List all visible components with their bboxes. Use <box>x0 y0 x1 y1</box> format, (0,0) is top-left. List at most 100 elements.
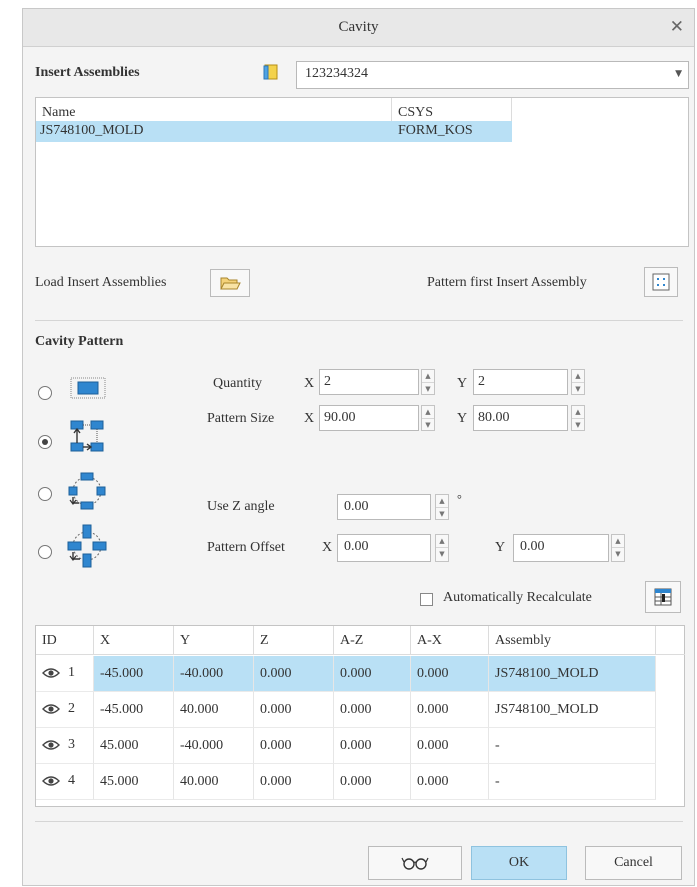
ok-button[interactable]: OK <box>471 846 567 880</box>
cell-a-x[interactable]: 0.000 <box>411 728 489 764</box>
cavity-dialog: Cavity ✕ Insert Assemblies 123234324 ▼ N… <box>22 8 695 886</box>
close-icon[interactable]: ✕ <box>670 17 684 37</box>
cell-id[interactable]: 1 <box>36 656 94 692</box>
radio-rectangular-pattern[interactable] <box>38 435 52 449</box>
cell-a-x[interactable]: 0.000 <box>411 656 489 692</box>
quantity-x-input[interactable]: 2 <box>319 369 419 395</box>
column-header-y[interactable]: Y <box>174 626 254 655</box>
cell-x[interactable]: -45.000 <box>94 692 174 728</box>
cell-assembly[interactable]: JS748100_MOLD <box>489 692 656 728</box>
divider <box>35 821 683 822</box>
eye-icon[interactable] <box>42 703 60 720</box>
cell-a-x[interactable]: 0.000 <box>411 692 489 728</box>
cell-a-z[interactable]: 0.000 <box>334 764 411 800</box>
pattern-first-button[interactable] <box>644 267 678 297</box>
table-row[interactable]: 4 45.000 40.000 0.000 0.000 0.000- <box>36 764 656 800</box>
eye-icon[interactable] <box>42 667 60 684</box>
single-cavity-icon <box>69 375 107 401</box>
pattern-offset-x-stepper[interactable]: ▲ ▼ <box>435 534 449 562</box>
cavity-table: ID X Y Z A-Z A-X Assembly 1 -45.000 -40.00… <box>35 625 685 807</box>
dialog-title: Cavity <box>338 19 379 35</box>
cell-a-z[interactable]: 0.000 <box>334 692 411 728</box>
pattern-size-y-stepper[interactable]: ▲ ▼ <box>571 405 585 431</box>
cell-id[interactable]: 4 <box>36 764 94 800</box>
cell-assembly[interactable]: - <box>489 728 656 764</box>
quantity-x-label: X <box>304 376 315 391</box>
auto-recalculate-checkbox[interactable] <box>420 593 433 606</box>
z-angle-input[interactable]: 0.00 <box>337 494 431 520</box>
cell-assembly[interactable]: JS748100_MOLD <box>489 656 656 692</box>
cell-assembly[interactable]: - <box>489 764 656 800</box>
eye-icon[interactable] <box>42 775 60 792</box>
recalculate-button[interactable] <box>645 581 681 613</box>
pattern-size-x-input[interactable]: 90.00 <box>319 405 419 431</box>
table-row[interactable]: JS748100_MOLD FORM_KOS <box>36 121 512 142</box>
open-folder-button[interactable] <box>210 269 250 297</box>
row-id: 1 <box>68 665 75 680</box>
cell-y[interactable]: 40.000 <box>174 692 254 728</box>
pattern-size-x-label: X <box>304 411 315 426</box>
chevron-down-icon[interactable]: ▼ <box>675 69 682 79</box>
cell-y[interactable]: -40.000 <box>174 656 254 692</box>
cell-z[interactable]: 0.000 <box>254 728 334 764</box>
cell-z[interactable]: 0.000 <box>254 692 334 728</box>
pattern-grid-icon <box>652 273 670 291</box>
quantity-y-input[interactable]: 2 <box>473 369 568 395</box>
insert-assemblies-table: Name CSYS JS748100_MOLD FORM_KOS <box>35 97 689 247</box>
column-header-assembly[interactable]: Assembly <box>489 626 656 655</box>
cell-id[interactable]: 2 <box>36 692 94 728</box>
radial-rotated-pattern-icon <box>65 523 109 569</box>
preview-button[interactable] <box>368 846 462 880</box>
cell-x[interactable]: -45.000 <box>94 656 174 692</box>
pattern-offset-y-label: Y <box>495 540 506 555</box>
radio-single-pattern[interactable] <box>38 386 52 400</box>
cell-z[interactable]: 0.000 <box>254 764 334 800</box>
column-header-a-z[interactable]: A-Z <box>334 626 411 655</box>
column-header-a-x[interactable]: A-X <box>411 626 489 655</box>
quantity-label: Quantity <box>213 376 262 391</box>
eye-icon[interactable] <box>42 739 60 756</box>
table-icon <box>654 588 672 606</box>
cell-x[interactable]: 45.000 <box>94 728 174 764</box>
radio-radial-rotated-pattern[interactable] <box>38 545 52 559</box>
row-id: 2 <box>68 701 75 716</box>
cell-x[interactable]: 45.000 <box>94 764 174 800</box>
radio-radial-pattern[interactable] <box>38 487 52 501</box>
insert-assembly-select[interactable]: 123234324 ▼ <box>296 61 689 89</box>
column-header-z[interactable]: Z <box>254 626 334 655</box>
pattern-offset-y-input[interactable]: 0.00 <box>513 534 609 562</box>
cell-z[interactable]: 0.000 <box>254 656 334 692</box>
pattern-size-x-stepper[interactable]: ▲ ▼ <box>421 405 435 431</box>
insert-assemblies-label: Insert Assemblies <box>35 65 140 80</box>
pattern-size-label: Pattern Size <box>207 411 275 426</box>
glasses-icon <box>401 857 429 870</box>
table-row[interactable]: 3 45.000 -40.000 0.000 0.000 0.000- <box>36 728 656 764</box>
title-bar: Cavity ✕ <box>23 9 694 47</box>
pattern-size-y-input[interactable]: 80.00 <box>473 405 568 431</box>
column-header-id[interactable]: ID <box>36 626 94 655</box>
column-header-spacer <box>656 626 685 655</box>
row-id: 3 <box>68 737 75 752</box>
divider <box>35 320 683 321</box>
cancel-button[interactable]: Cancel <box>585 846 682 880</box>
z-angle-stepper[interactable]: ▲ ▼ <box>435 494 449 520</box>
table-row[interactable]: 2 -45.000 40.000 0.000 0.000 0.000 JS748100_MO… <box>36 692 656 728</box>
book-icon <box>262 63 280 81</box>
folder-icon <box>220 277 241 290</box>
pattern-offset-y-stepper[interactable]: ▲ ▼ <box>611 534 625 562</box>
table-row[interactable]: 1 -45.000 -40.000 0.000 0.000 0.000 JS748100_M… <box>36 656 656 692</box>
cell-y[interactable]: -40.000 <box>174 728 254 764</box>
cell-id[interactable]: 3 <box>36 728 94 764</box>
quantity-y-stepper[interactable]: ▲ ▼ <box>571 369 585 395</box>
cavity-pattern-label: Cavity Pattern <box>35 334 124 349</box>
column-header-x[interactable]: X <box>94 626 174 655</box>
pattern-offset-x-input[interactable]: 0.00 <box>337 534 431 562</box>
pattern-offset-x-label: X <box>322 540 333 555</box>
cell-a-z[interactable]: 0.000 <box>334 656 411 692</box>
cell-y[interactable]: 40.000 <box>174 764 254 800</box>
cell-a-x[interactable]: 0.000 <box>411 764 489 800</box>
radial-pattern-icon <box>65 471 109 511</box>
quantity-x-stepper[interactable]: ▲ ▼ <box>421 369 435 395</box>
cell-a-z[interactable]: 0.000 <box>334 728 411 764</box>
pattern-size-y-label: Y <box>457 411 468 426</box>
